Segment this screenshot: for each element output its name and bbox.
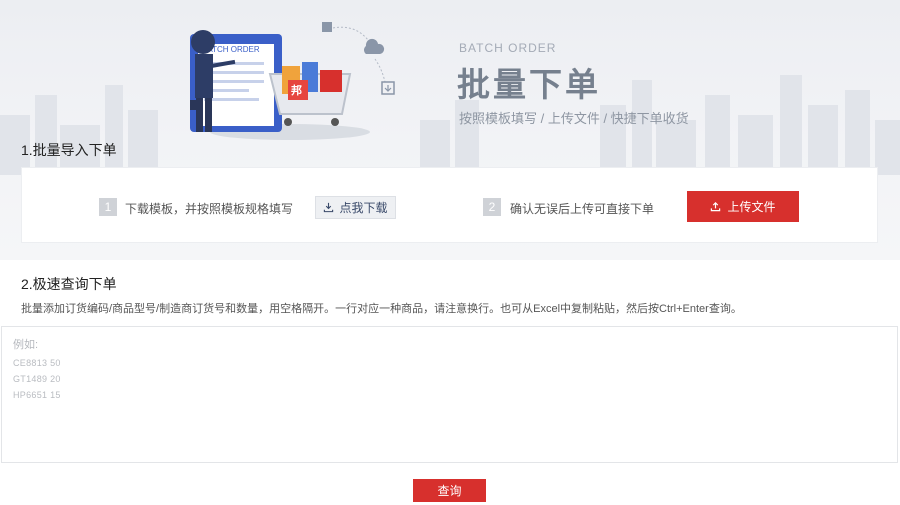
placeholder-example-line: CE8813 50 [13,358,61,368]
placeholder-example-line: GT1489 20 [13,374,61,384]
upload-file-button[interactable]: 上传文件 [687,191,799,222]
download-template-label: 点我下载 [339,201,388,215]
shopping-bag-label: 邦 [291,83,302,97]
quick-query-instruction: 批量添加订货编码/商品型号/制造商订货号和数量，用空格隔开。一行对应一种商品，请… [21,303,742,315]
city-skyline-decoration [0,75,900,175]
batch-order-illustration: BATCH ORDER 邦 [190,22,395,140]
upload-icon [711,201,721,212]
placeholder-label: 例如: [13,339,39,351]
download-template-button[interactable]: 点我下载 [315,196,396,219]
step-1-number: 1 [99,198,117,216]
download-icon [324,202,334,213]
step-2-text: 确认无误后上传可直接下单 [510,202,655,216]
query-button[interactable]: 查询 [413,479,486,502]
batch-import-steps-card: 1 下载模板，并按照模板规格填写 点我下载 2 确认无误后上传可直接下单 上传文… [21,167,878,243]
batch-import-section-title: 1.批量导入下单 [21,142,117,158]
page-title: 批量下单 [457,65,601,104]
query-textarea[interactable]: 例如: CE8813 50 GT1489 20 HP6651 15 [1,326,898,463]
upload-file-label: 上传文件 [727,200,776,214]
placeholder-example-line: HP6651 15 [13,390,61,400]
step-1-text: 下载模板，并按照模板规格填写 [125,202,294,216]
hero-subtitle: 按照模板填写 / 上传文件 / 快捷下单收货 [459,111,689,126]
hero-english-title: BATCH ORDER [459,41,557,55]
step-2-number: 2 [483,198,501,216]
quick-query-section-title: 2.极速查询下单 [21,276,117,292]
